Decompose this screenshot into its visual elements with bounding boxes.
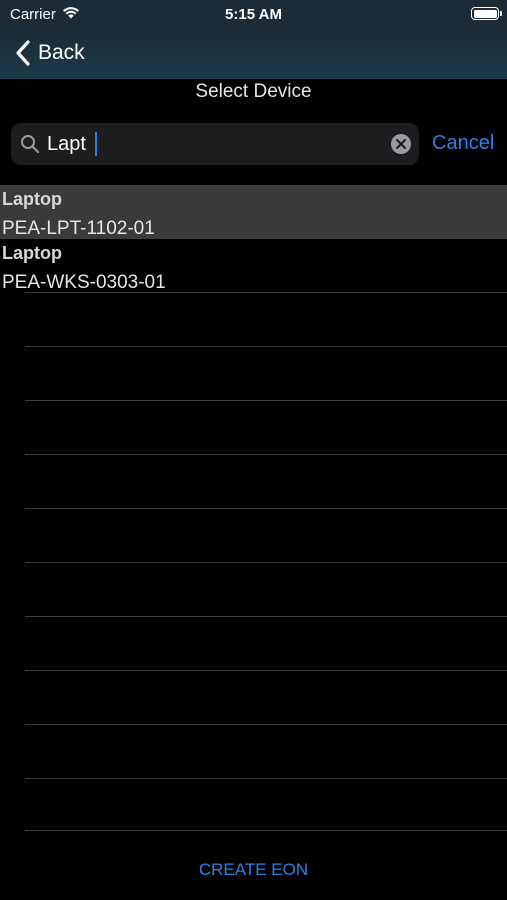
device-name-label: PEA-LPT-1102-01 [2, 218, 155, 239]
row-divider [25, 292, 507, 293]
row-divider [25, 346, 507, 347]
clock: 5:15 AM [225, 6, 282, 23]
status-bar: Carrier 5:15 AM [0, 0, 507, 28]
back-button[interactable]: Back [14, 38, 85, 68]
row-divider [25, 778, 507, 779]
clear-search-icon[interactable] [391, 134, 411, 154]
page-title: Select Device [195, 81, 312, 102]
list-item[interactable]: Laptop PEA-WKS-0303-01 [0, 239, 507, 293]
navigation-bar: Back [0, 28, 507, 79]
row-divider [25, 454, 507, 455]
row-divider [25, 562, 507, 563]
device-type-label: Laptop [2, 243, 62, 263]
row-divider [25, 670, 507, 671]
chevron-left-icon [16, 40, 30, 66]
back-button-label: Back [38, 41, 85, 64]
cancel-button[interactable]: Cancel [432, 132, 494, 155]
row-divider [25, 400, 507, 401]
row-divider [25, 724, 507, 725]
text-cursor [95, 132, 97, 156]
row-divider [25, 830, 507, 831]
device-name-label: PEA-WKS-0303-01 [2, 272, 166, 293]
row-divider [25, 616, 507, 617]
search-results-list: Laptop PEA-LPT-1102-01 Laptop PEA-WKS-03… [0, 185, 507, 293]
device-type-label: Laptop [2, 189, 62, 209]
create-eon-button[interactable]: CREATE EON [0, 860, 507, 880]
search-bar[interactable] [11, 123, 419, 165]
search-icon [21, 135, 40, 154]
battery-icon [471, 7, 502, 20]
list-item[interactable]: Laptop PEA-LPT-1102-01 [0, 185, 507, 239]
row-divider [25, 508, 507, 509]
